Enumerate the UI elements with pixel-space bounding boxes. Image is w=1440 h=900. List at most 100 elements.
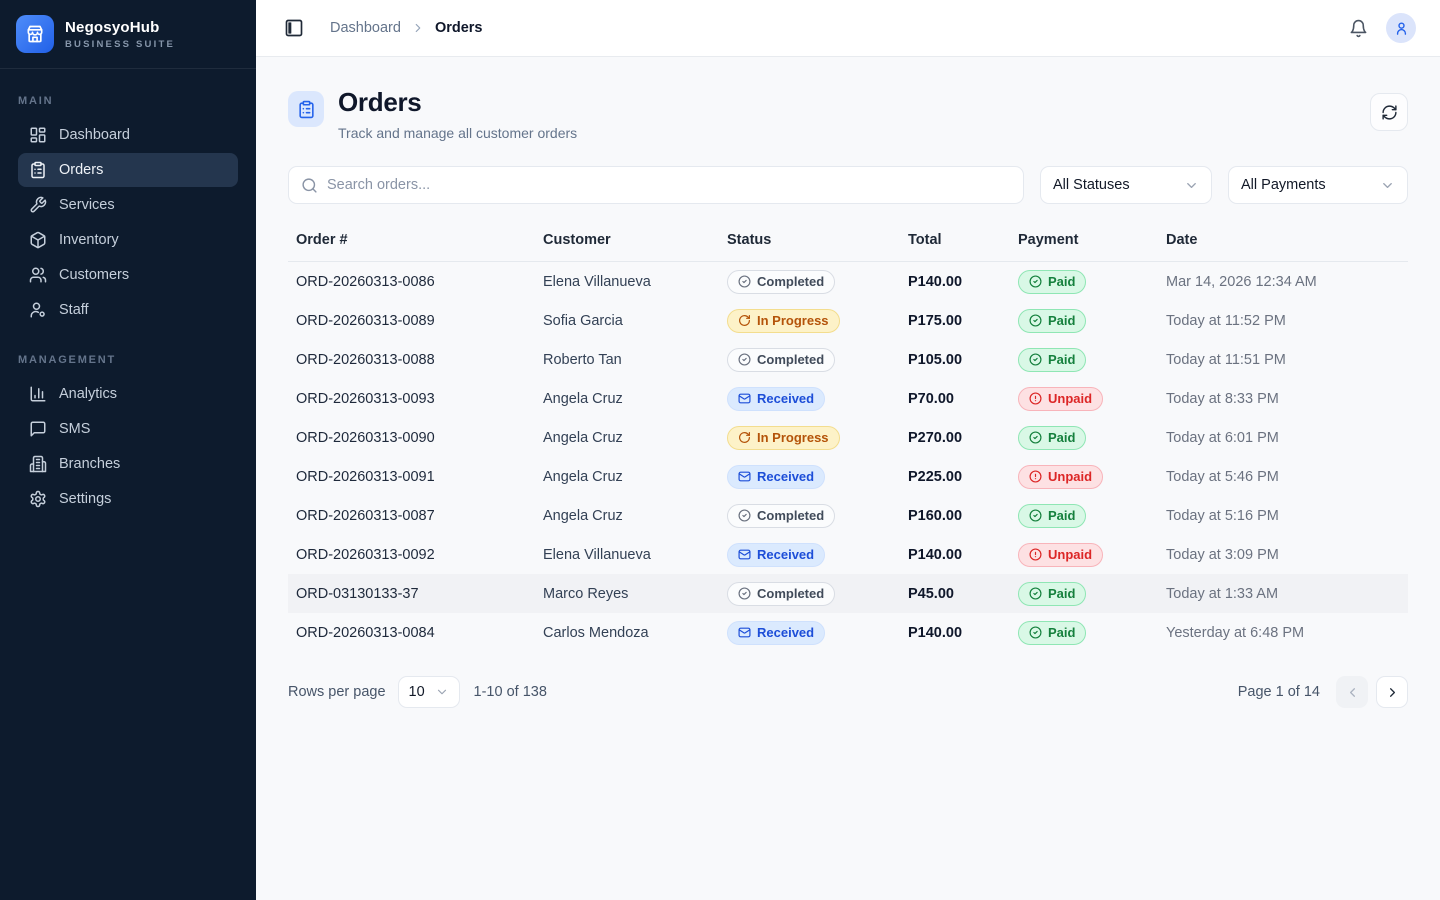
- sidebar-item-label: Customers: [59, 267, 129, 283]
- status-badge: Received: [727, 621, 825, 645]
- order-date: Today at 6:01 PM: [1166, 430, 1400, 446]
- status-badge: Received: [727, 387, 825, 411]
- table-row[interactable]: ORD-20260313-0092 Elena Villanueva Recei…: [288, 535, 1408, 574]
- status-badge: In Progress: [727, 426, 840, 450]
- topbar-right: [1347, 13, 1416, 43]
- order-date: Today at 1:33 AM: [1166, 586, 1400, 602]
- payment-icon: [1029, 353, 1042, 366]
- sidebar-item-branches[interactable]: Branches: [18, 447, 238, 481]
- status-badge: Received: [727, 543, 825, 567]
- table-header-row: Order # Customer Status Total Payment Da…: [288, 232, 1408, 262]
- clipboard-icon: [297, 100, 316, 119]
- sidebar-toggle-button[interactable]: [280, 14, 308, 42]
- chevron-down-icon: [1184, 178, 1199, 193]
- payment-icon: [1029, 275, 1042, 288]
- payment-filter-select[interactable]: All Payments: [1228, 166, 1408, 204]
- notifications-button[interactable]: [1347, 17, 1370, 40]
- order-number: ORD-20260313-0092: [296, 547, 543, 563]
- order-total: P140.00: [908, 547, 1018, 563]
- status-icon: [738, 431, 751, 444]
- sidebar-item-customers[interactable]: Customers: [18, 258, 238, 292]
- page-subtitle: Track and manage all customer orders: [338, 125, 577, 141]
- payment-icon: [1029, 548, 1042, 561]
- sidebar-item-orders[interactable]: Orders: [18, 153, 238, 187]
- column-header-order: Order #: [296, 232, 543, 248]
- sidebar: NegosyoHub BUSINESS SUITE MAIN Dashboard…: [0, 0, 256, 900]
- orders-icon: [29, 161, 47, 179]
- payment-badge: Unpaid: [1018, 465, 1103, 489]
- status-icon: [738, 587, 751, 600]
- next-page-button[interactable]: [1376, 676, 1408, 708]
- refresh-button[interactable]: [1370, 93, 1408, 131]
- payment-icon: [1029, 509, 1042, 522]
- sidebar-item-sms[interactable]: SMS: [18, 412, 238, 446]
- order-total: P70.00: [908, 391, 1018, 407]
- main-area: Dashboard Orders Orders: [256, 0, 1440, 900]
- table-row[interactable]: ORD-20260313-0089 Sofia Garcia In Progre…: [288, 301, 1408, 340]
- table-footer: Rows per page 10 1-10 of 138 Page 1 of 1…: [288, 676, 1408, 708]
- sidebar-item-analytics[interactable]: Analytics: [18, 377, 238, 411]
- sidebar-item-label: Branches: [59, 456, 120, 472]
- order-total: P160.00: [908, 508, 1018, 524]
- order-number: ORD-20260313-0091: [296, 469, 543, 485]
- sidebar-item-services[interactable]: Services: [18, 188, 238, 222]
- user-avatar[interactable]: [1386, 13, 1416, 43]
- customer-name: Marco Reyes: [543, 586, 727, 602]
- table-row[interactable]: ORD-20260313-0084 Carlos Mendoza Receive…: [288, 613, 1408, 652]
- payment-badge: Paid: [1018, 426, 1086, 450]
- payment-icon: [1029, 470, 1042, 483]
- status-icon: [738, 314, 751, 327]
- services-icon: [29, 196, 47, 214]
- topbar: Dashboard Orders: [256, 0, 1440, 57]
- column-header-payment: Payment: [1018, 232, 1166, 248]
- table-row[interactable]: ORD-03130133-37 Marco Reyes Completed P4…: [288, 574, 1408, 613]
- column-header-total: Total: [908, 232, 1018, 248]
- breadcrumb-dashboard[interactable]: Dashboard: [330, 20, 401, 36]
- customer-name: Angela Cruz: [543, 391, 727, 407]
- app-root: NegosyoHub BUSINESS SUITE MAIN Dashboard…: [0, 0, 1440, 900]
- analytics-icon: [29, 385, 47, 403]
- status-icon: [738, 275, 751, 288]
- order-number: ORD-20260313-0087: [296, 508, 543, 524]
- sidebar-section-label: MANAGEMENT: [0, 328, 256, 376]
- payment-badge: Paid: [1018, 270, 1086, 294]
- customer-name: Roberto Tan: [543, 352, 727, 368]
- sms-icon: [29, 420, 47, 438]
- status-filter-select[interactable]: All Statuses: [1040, 166, 1212, 204]
- refresh-icon: [1381, 104, 1398, 121]
- sidebar-section-label: MAIN: [0, 69, 256, 117]
- orders-table: Order # Customer Status Total Payment Da…: [288, 232, 1408, 652]
- table-row[interactable]: ORD-20260313-0086 Elena Villanueva Compl…: [288, 262, 1408, 301]
- order-total: P175.00: [908, 313, 1018, 329]
- customer-name: Carlos Mendoza: [543, 625, 727, 641]
- search-input[interactable]: [327, 177, 1011, 193]
- sidebar-item-label: Settings: [59, 491, 111, 507]
- sidebar-item-settings[interactable]: Settings: [18, 482, 238, 516]
- sidebar-item-inventory[interactable]: Inventory: [18, 223, 238, 257]
- chevron-down-icon: [1380, 178, 1395, 193]
- sidebar-item-dashboard[interactable]: Dashboard: [18, 118, 238, 152]
- table-row[interactable]: ORD-20260313-0087 Angela Cruz Completed …: [288, 496, 1408, 535]
- order-date: Today at 11:52 PM: [1166, 313, 1400, 329]
- settings-icon: [29, 490, 47, 508]
- table-row[interactable]: ORD-20260313-0090 Angela Cruz In Progres…: [288, 418, 1408, 457]
- order-date: Yesterday at 6:48 PM: [1166, 625, 1400, 641]
- order-number: ORD-20260313-0086: [296, 274, 543, 290]
- dashboard-icon: [29, 126, 47, 144]
- table-row[interactable]: ORD-20260313-0091 Angela Cruz Received P…: [288, 457, 1408, 496]
- table-row[interactable]: ORD-20260313-0093 Angela Cruz Received P…: [288, 379, 1408, 418]
- customer-name: Angela Cruz: [543, 430, 727, 446]
- payment-icon: [1029, 587, 1042, 600]
- rows-per-page-select[interactable]: 10: [398, 676, 460, 708]
- page-title: Orders: [338, 87, 577, 118]
- column-header-date: Date: [1166, 232, 1400, 248]
- customer-name: Angela Cruz: [543, 508, 727, 524]
- customer-name: Angela Cruz: [543, 469, 727, 485]
- payment-badge: Paid: [1018, 621, 1086, 645]
- sidebar-nav: MAIN Dashboard Orders Services Inventory…: [0, 69, 256, 517]
- sidebar-item-staff[interactable]: Staff: [18, 293, 238, 327]
- table-row[interactable]: ORD-20260313-0088 Roberto Tan Completed …: [288, 340, 1408, 379]
- previous-page-button[interactable]: [1336, 676, 1368, 708]
- status-filter-value: All Statuses: [1053, 177, 1130, 193]
- order-date: Mar 14, 2026 12:34 AM: [1166, 274, 1400, 290]
